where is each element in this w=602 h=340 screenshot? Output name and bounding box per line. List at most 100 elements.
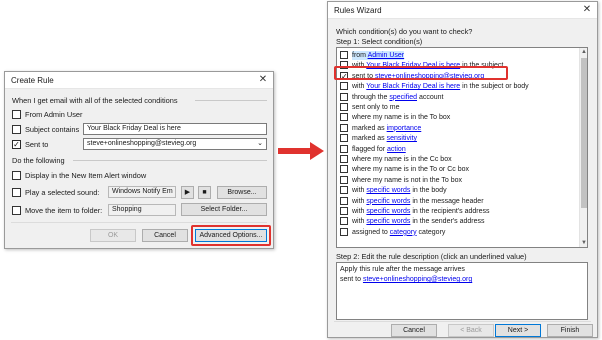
condition-text: with Your Black Friday Deal is here in t…	[352, 82, 529, 91]
condition-checkbox[interactable]	[340, 144, 348, 153]
move-folder-checkbox[interactable]	[12, 206, 21, 215]
condition-value-link[interactable]: action	[387, 146, 406, 153]
condition-row[interactable]: flagged for action	[337, 144, 581, 154]
close-icon[interactable]: ✕	[580, 4, 594, 16]
condition-value-link[interactable]: specific words	[366, 208, 410, 215]
condition-text: assigned to category category	[352, 228, 445, 237]
play-sound-label: Play a selected sound:	[25, 188, 100, 197]
description-address-link[interactable]: steve+onlineshopping@stevieg.org	[363, 276, 472, 283]
condition-checkbox[interactable]	[340, 51, 348, 59]
condition-text-pre: where my name is in the To box	[352, 114, 451, 122]
condition-row[interactable]: sent only to me	[337, 102, 581, 112]
condition-row[interactable]: with specific words in the sender's addr…	[337, 216, 581, 226]
next-button[interactable]: Next >	[495, 324, 541, 337]
sound-input[interactable]: Windows Notify Em	[108, 186, 176, 198]
condition-row[interactable]: assigned to category category	[337, 227, 581, 237]
condition-row[interactable]: where my name is in the To or Cc box	[337, 164, 581, 174]
condition-row[interactable]: with specific words in the recipient's a…	[337, 206, 581, 216]
condition-text-pre: where my name is not in the To box	[352, 176, 462, 184]
condition-row[interactable]: where my name is in the To box	[337, 112, 581, 122]
condition-value-link[interactable]: specific words	[366, 187, 410, 194]
condition-text: flagged for action	[352, 145, 406, 154]
condition-row[interactable]: marked as sensitivity	[337, 133, 581, 143]
condition-text: with specific words in the recipient's a…	[352, 207, 490, 216]
folder-input[interactable]: Shopping	[108, 204, 176, 216]
condition-checkbox[interactable]	[340, 113, 348, 122]
close-icon[interactable]: ✕	[256, 74, 270, 86]
wizard-cancel-button[interactable]: Cancel	[391, 324, 437, 337]
scroll-down-icon[interactable]: ▼	[580, 239, 587, 247]
condition-checkbox[interactable]	[340, 123, 348, 132]
step2-label: Step 2: Edit the rule description (click…	[336, 252, 527, 261]
condition-text-pre: with	[352, 187, 367, 195]
sent-to-checkbox[interactable]: ✓	[12, 140, 21, 149]
rules-wizard-dialog: Rules Wizard ✕ Which condition(s) do you…	[327, 1, 598, 338]
condition-row[interactable]: through the specified account	[337, 92, 581, 102]
condition-checkbox[interactable]	[340, 92, 348, 101]
condition-value-link[interactable]: sensitivity	[387, 135, 417, 142]
condition-text-pre: through the	[352, 93, 390, 101]
condition-text-pre: flagged for	[352, 145, 388, 153]
condition-text: marked as importance	[352, 124, 421, 133]
condition-checkbox[interactable]	[340, 82, 348, 91]
rules-wizard-titlebar[interactable]: Rules Wizard ✕	[328, 2, 597, 19]
condition-text-pre: with	[352, 197, 367, 205]
finish-button[interactable]: Finish	[547, 324, 593, 337]
condition-checkbox[interactable]	[340, 186, 348, 195]
condition-row[interactable]: marked as importance	[337, 123, 581, 133]
condition-row[interactable]: with specific words in the body	[337, 185, 581, 195]
condition-row[interactable]: with specific words in the message heade…	[337, 196, 581, 206]
condition-checkbox[interactable]	[340, 207, 348, 215]
play-button[interactable]: ▶	[181, 186, 194, 199]
footer-separator	[11, 222, 267, 223]
condition-checkbox[interactable]	[340, 196, 348, 205]
cancel-button[interactable]: Cancel	[142, 229, 188, 242]
condition-value-link[interactable]: importance	[387, 125, 422, 132]
advanced-options-button[interactable]: Advanced Options...	[195, 229, 267, 242]
condition-row[interactable]: where my name is in the Cc box	[337, 154, 581, 164]
condition-text-pre: marked as	[352, 135, 387, 143]
chevron-down-icon[interactable]: ⌄	[257, 139, 263, 149]
scroll-thumb[interactable]	[581, 58, 587, 208]
condition-value-link[interactable]: specific words	[366, 198, 410, 205]
sent-to-dropdown[interactable]: steve+onlineshopping@stevieg.org ⌄	[83, 138, 267, 150]
condition-checkbox[interactable]	[340, 165, 348, 174]
wizard-question: Which condition(s) do you want to check?	[336, 27, 473, 36]
condition-text: with specific words in the sender's addr…	[352, 217, 484, 226]
condition-value-link[interactable]: specific words	[366, 218, 410, 225]
scroll-up-icon[interactable]: ▲	[580, 48, 587, 56]
condition-value-link[interactable]: Your Black Friday Deal is here	[366, 83, 460, 90]
create-rule-titlebar[interactable]: Create Rule ✕	[5, 72, 273, 89]
back-button[interactable]: < Back	[448, 324, 494, 337]
condition-text-pre: with	[352, 83, 367, 91]
condition-row[interactable]: where my name is not in the To box	[337, 175, 581, 185]
rules-wizard-title: Rules Wizard	[334, 6, 382, 15]
condition-text-post: category	[416, 228, 446, 236]
from-checkbox[interactable]	[12, 110, 21, 119]
browse-button[interactable]: Browse...	[217, 186, 267, 199]
actions-separator	[73, 160, 267, 161]
condition-value-link[interactable]: category	[390, 229, 417, 236]
condition-checkbox[interactable]	[340, 217, 348, 226]
conditions-scrollbar[interactable]: ▲ ▼	[579, 48, 587, 247]
condition-value-link[interactable]: Admin User	[368, 52, 405, 59]
condition-value-link[interactable]: specified	[389, 94, 417, 101]
condition-checkbox[interactable]	[340, 134, 348, 143]
condition-checkbox[interactable]	[340, 155, 348, 163]
subject-checkbox[interactable]	[12, 125, 21, 134]
display-alert-checkbox[interactable]	[12, 171, 21, 180]
condition-row[interactable]: with Your Black Friday Deal is here in t…	[337, 81, 581, 91]
stop-button[interactable]: ■	[198, 186, 211, 199]
play-sound-checkbox[interactable]	[12, 188, 21, 197]
condition-text-post: account	[417, 93, 444, 101]
condition-checkbox[interactable]	[340, 175, 348, 184]
subject-input[interactable]: Your Black Friday Deal is here	[83, 123, 267, 135]
condition-checkbox[interactable]	[340, 103, 348, 111]
ok-button[interactable]: OK	[90, 229, 136, 242]
condition-text: with specific words in the body	[352, 186, 447, 195]
condition-row[interactable]: from Admin User	[337, 50, 581, 60]
condition-text: where my name is in the To box	[352, 113, 450, 122]
conditions-separator	[195, 100, 267, 101]
condition-checkbox[interactable]	[340, 227, 348, 236]
select-folder-button[interactable]: Select Folder...	[181, 203, 267, 216]
